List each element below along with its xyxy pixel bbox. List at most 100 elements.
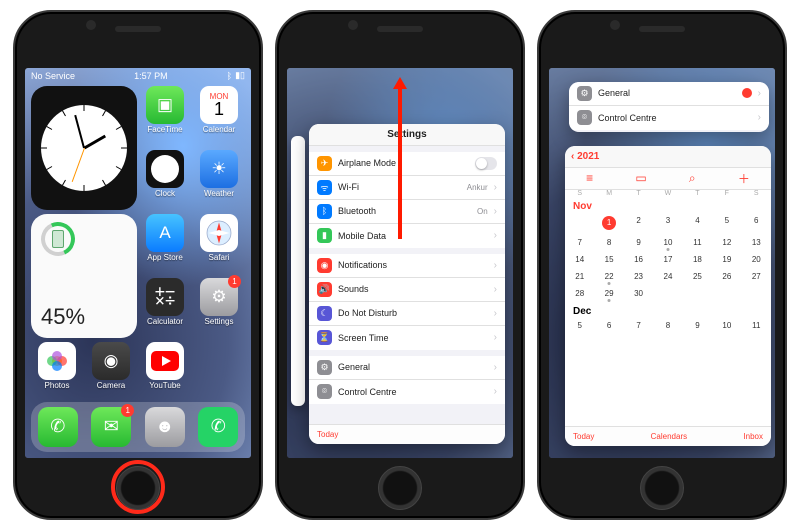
app-switch-stage[interactable]: ⚙︎ Settings ‹2021 Settings ✈︎Airplane Mo… xyxy=(287,68,513,458)
cal-day[interactable]: 8 xyxy=(653,317,682,334)
cal-day[interactable]: 9 xyxy=(683,317,712,334)
settings-row-general[interactable]: ⚙︎General› xyxy=(309,356,505,380)
settings-navbar: Settings xyxy=(309,124,505,146)
cal-day[interactable]: 4 xyxy=(683,212,712,234)
card-peek-calendar[interactable] xyxy=(291,136,305,406)
cal-day[interactable]: 8 xyxy=(594,234,623,251)
app-clock[interactable]: Clock xyxy=(139,150,191,210)
cal-day[interactable]: 10 xyxy=(712,317,741,334)
cal-day[interactable]: 3 xyxy=(653,212,682,234)
settings-row-control-centre[interactable]: ⌾Control Centre› xyxy=(309,380,505,404)
app-settings[interactable]: ⚙︎ 1 Settings xyxy=(193,278,245,338)
footer-today[interactable]: Today xyxy=(573,432,594,441)
app-camera[interactable]: ◉ Camera xyxy=(85,342,137,402)
footer-today[interactable]: Today xyxy=(309,424,505,444)
cal-day[interactable]: 15 xyxy=(594,251,623,268)
settings-row-do-not-disturb[interactable]: ☾Do Not Disturb› xyxy=(309,302,505,326)
toggle[interactable] xyxy=(475,157,497,170)
app-safari[interactable]: Safari xyxy=(193,214,245,274)
chevron-right-icon: › xyxy=(494,182,497,193)
toolbar-list-icon[interactable]: ≡ xyxy=(586,171,593,185)
settings-row-mobile-data[interactable]: ▮Mobile Data› xyxy=(309,224,505,248)
cal-day[interactable]: 17 xyxy=(653,251,682,268)
cal-day[interactable]: 9 xyxy=(624,234,653,251)
dock-phone[interactable]: ✆ xyxy=(38,407,78,447)
app-switch-stage[interactable]: ⚙︎General›⌾Control Centre› ‹ 2021 ≡ ▭ ⌕ … xyxy=(549,68,775,458)
dock-messages[interactable]: ✉︎ 1 xyxy=(91,407,131,447)
safari-icon xyxy=(200,214,238,252)
settings-row-notifications[interactable]: ◉Notifications› xyxy=(309,254,505,278)
app-calendar[interactable]: MON 1 Calendar xyxy=(193,86,245,146)
home-button[interactable] xyxy=(640,466,684,510)
cal-day[interactable]: 18 xyxy=(683,251,712,268)
chevron-right-icon: › xyxy=(494,260,497,271)
cal-day[interactable]: 25 xyxy=(683,268,712,285)
cal-day[interactable]: 7 xyxy=(565,234,594,251)
cal-day[interactable]: 20 xyxy=(742,251,771,268)
calendar-grid-dec[interactable]: 567891011 xyxy=(565,317,771,334)
status-right: ᛒ ▮▯ xyxy=(227,70,245,81)
app-youtube[interactable]: YouTube xyxy=(139,342,191,402)
cal-day[interactable]: 6 xyxy=(742,212,771,234)
screen: ⚙︎ Settings ‹2021 Settings ✈︎Airplane Mo… xyxy=(287,68,513,458)
cal-day[interactable]: 22 xyxy=(594,268,623,285)
home-button[interactable] xyxy=(116,466,160,510)
cal-day[interactable]: 10 xyxy=(653,234,682,251)
cal-day[interactable]: 12 xyxy=(712,234,741,251)
cal-day[interactable]: 21 xyxy=(565,268,594,285)
cal-day[interactable]: 19 xyxy=(712,251,741,268)
toolbar-add-icon[interactable]: ＋ xyxy=(738,170,750,187)
switcher-card-settings-peek[interactable]: ⚙︎General›⌾Control Centre› xyxy=(569,82,769,132)
weather-icon: ☀︎ xyxy=(200,150,238,188)
app-calculator[interactable]: +−×÷ Calculator xyxy=(139,278,191,338)
cal-day[interactable]: 2 xyxy=(624,212,653,234)
app-appstore[interactable]: A App Store xyxy=(139,214,191,274)
cal-day[interactable]: 11 xyxy=(683,234,712,251)
back-year[interactable]: ‹ 2021 xyxy=(571,151,599,162)
app-weather[interactable]: ☀︎ Weather xyxy=(193,150,245,210)
cal-day[interactable]: 24 xyxy=(653,268,682,285)
calendar-grid-nov[interactable]: 1234567891011121314151617181920212223242… xyxy=(565,212,771,302)
row-label: Control Centre xyxy=(598,113,752,123)
screen: ⚙︎General›⌾Control Centre› ‹ 2021 ≡ ▭ ⌕ … xyxy=(549,68,775,458)
widget-batteries[interactable]: 45% xyxy=(31,214,137,338)
footer-inbox[interactable]: Inbox xyxy=(743,432,763,441)
settings-row-screen-time[interactable]: ⏳Screen Time› xyxy=(309,326,505,350)
cal-day[interactable]: 23 xyxy=(624,268,653,285)
cal-day[interactable]: 30 xyxy=(624,285,653,302)
settings-row-sounds[interactable]: 🔊Sounds› xyxy=(309,278,505,302)
cal-day[interactable]: 11 xyxy=(742,317,771,334)
cal-day[interactable]: 1 xyxy=(594,212,623,234)
cal-day[interactable]: 6 xyxy=(594,317,623,334)
settings-row-bluetooth[interactable]: ᛒBluetoothOn› xyxy=(309,200,505,224)
settings-row-general[interactable]: ⚙︎General› xyxy=(569,82,769,106)
footer-calendars[interactable]: Calendars xyxy=(651,432,687,441)
cal-day[interactable]: 27 xyxy=(742,268,771,285)
app-facetime[interactable]: ▣ FaceTime xyxy=(139,86,191,146)
home-button[interactable] xyxy=(378,466,422,510)
cal-day[interactable]: 29 xyxy=(594,285,623,302)
cal-day[interactable]: 14 xyxy=(565,251,594,268)
dock-contacts[interactable]: ☻ xyxy=(145,407,185,447)
cal-day[interactable]: 26 xyxy=(712,268,741,285)
app-label: Calculator xyxy=(147,317,183,326)
cal-day[interactable]: 5 xyxy=(565,317,594,334)
cal-day[interactable]: 28 xyxy=(565,285,594,302)
app-photos[interactable]: Photos xyxy=(31,342,83,402)
chevron-right-icon: › xyxy=(494,332,497,343)
app-label: Photos xyxy=(45,381,70,390)
photos-icon xyxy=(38,342,76,380)
settings-row-control-centre[interactable]: ⌾Control Centre› xyxy=(569,106,769,130)
cal-day[interactable]: 5 xyxy=(712,212,741,234)
toolbar-day-icon[interactable]: ▭ xyxy=(635,171,646,185)
dock-whatsapp[interactable]: ✆ xyxy=(198,407,238,447)
toolbar-search-icon[interactable]: ⌕ xyxy=(689,171,696,186)
cal-day[interactable]: 13 xyxy=(742,234,771,251)
widget-clock[interactable]: /*ticks drawn below via shared script*/ xyxy=(31,86,137,210)
cal-day[interactable]: 16 xyxy=(624,251,653,268)
switcher-card-settings[interactable]: ⚙︎ Settings ‹2021 Settings ✈︎Airplane Mo… xyxy=(309,124,505,444)
switcher-card-calendar[interactable]: ‹ 2021 ≡ ▭ ⌕ ＋ SMTWTFS Nov 1234567891011… xyxy=(565,146,771,446)
cal-day[interactable]: 7 xyxy=(624,317,653,334)
settings-row-airplane-mode[interactable]: ✈︎Airplane Mode xyxy=(309,152,505,176)
settings-row-wi-fi[interactable]: ᯤWi-FiAnkur› xyxy=(309,176,505,200)
